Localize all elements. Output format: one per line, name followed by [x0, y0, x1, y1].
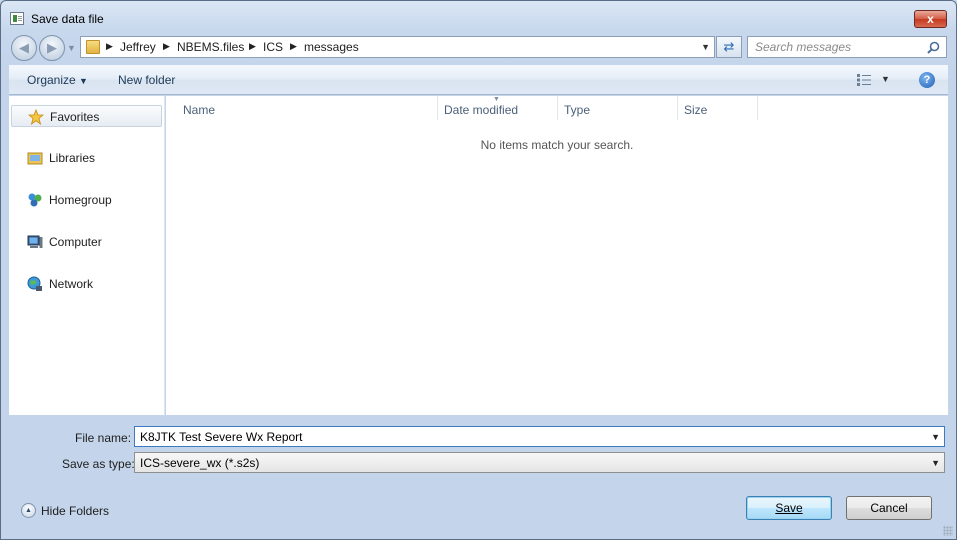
views-icon[interactable]	[857, 74, 871, 86]
nav-item-label: Libraries	[49, 151, 96, 165]
back-arrow-icon: ◀	[19, 40, 29, 55]
close-button[interactable]: x	[914, 10, 947, 28]
nav-item-label: Favorites	[50, 110, 100, 124]
forward-arrow-icon: ▶	[47, 40, 57, 55]
column-header-date-modified[interactable]: Date modified	[444, 103, 518, 117]
chevron-down-icon[interactable]: ▼	[931, 458, 940, 468]
command-bar: Organize ▼ New folder ▼ ?	[9, 65, 948, 95]
column-divider[interactable]	[557, 96, 558, 120]
chevron-down-icon[interactable]: ▼	[931, 432, 940, 442]
file-name-label: File name:	[75, 431, 132, 445]
breadcrumb-separator-icon[interactable]: ▶	[290, 41, 297, 52]
nav-item-libraries[interactable]: Libraries	[9, 147, 162, 169]
column-divider[interactable]	[437, 96, 438, 120]
new-folder-button[interactable]: New folder	[118, 73, 175, 87]
empty-state-message: No items match your search.	[480, 138, 634, 152]
recent-pages-chevron-icon[interactable]: ▼	[67, 43, 76, 53]
column-divider[interactable]	[757, 96, 758, 120]
column-header-type[interactable]: Type	[564, 103, 590, 117]
address-bar[interactable]: ▶ Jeffrey ▶ NBEMS.files ▶ ICS ▶ messages…	[80, 36, 715, 58]
search-input[interactable]: Search messages	[747, 36, 947, 58]
libraries-icon	[27, 152, 43, 165]
app-icon	[10, 12, 24, 25]
address-dropdown-icon[interactable]: ▼	[701, 42, 710, 52]
window-title: Save data file	[31, 12, 104, 26]
nav-item-computer[interactable]: Computer	[9, 231, 162, 253]
column-header-name[interactable]: Name	[183, 103, 215, 117]
navigation-pane: Favorites Libraries Homegroup Computer N…	[9, 96, 165, 415]
network-icon	[27, 276, 42, 291]
breadcrumb-item[interactable]: Jeffrey	[120, 40, 156, 54]
sort-indicator-icon: ▼	[493, 96, 500, 103]
search-icon[interactable]	[927, 41, 940, 54]
save-button[interactable]: Save	[746, 496, 832, 520]
save-as-type-select[interactable]: ICS-severe_wx (*.s2s) ▼	[134, 452, 945, 473]
nav-item-favorites[interactable]: Favorites	[11, 105, 162, 127]
nav-item-label: Computer	[49, 235, 102, 249]
back-button[interactable]: ◀	[11, 35, 37, 61]
title-bar[interactable]: Save data file x	[1, 1, 956, 33]
breadcrumb-item[interactable]: NBEMS.files	[177, 40, 244, 54]
cancel-button[interactable]: Cancel	[846, 496, 932, 520]
star-icon	[28, 109, 44, 125]
column-divider[interactable]	[677, 96, 678, 120]
save-as-type-value: ICS-severe_wx (*.s2s)	[140, 456, 260, 470]
folder-icon	[86, 40, 100, 54]
breadcrumb-separator-icon[interactable]: ▶	[163, 41, 170, 52]
organize-label: Organize	[27, 73, 76, 87]
help-icon[interactable]: ?	[919, 72, 935, 88]
file-list[interactable]: ▼ Name Date modified Type Size No items …	[166, 96, 948, 415]
refresh-button[interactable]: ⇄	[716, 36, 742, 58]
save-button-label: Save	[775, 501, 803, 515]
homegroup-icon	[28, 193, 42, 207]
breadcrumb-separator-icon[interactable]: ▶	[249, 41, 256, 52]
refresh-icon: ⇄	[723, 39, 735, 54]
nav-item-homegroup[interactable]: Homegroup	[9, 189, 162, 211]
file-name-field[interactable]: K8JTK Test Severe Wx Report ▼	[134, 426, 945, 447]
save-dialog-window: Save data file x ◀ ▶ ▼ ▶ Jeffrey ▶ NBEMS…	[0, 0, 957, 540]
breadcrumb-item[interactable]: messages	[304, 40, 359, 54]
hide-folders-button[interactable]: Hide Folders	[41, 504, 109, 518]
close-icon: x	[927, 12, 934, 26]
search-placeholder: Search messages	[755, 40, 852, 54]
views-chevron-down-icon[interactable]: ▼	[881, 74, 890, 84]
forward-button[interactable]: ▶	[39, 35, 65, 61]
nav-item-label: Network	[49, 277, 94, 291]
breadcrumb-item[interactable]: ICS	[263, 40, 283, 54]
chevron-up-icon[interactable]: ▲	[21, 503, 36, 518]
organize-button[interactable]: Organize ▼	[27, 73, 88, 87]
column-header-size[interactable]: Size	[684, 103, 707, 117]
nav-item-label: Homegroup	[49, 193, 112, 207]
breadcrumb-separator-icon[interactable]: ▶	[106, 41, 113, 52]
save-as-type-label: Save as type:	[62, 457, 135, 471]
computer-icon	[27, 235, 43, 248]
file-name-value: K8JTK Test Severe Wx Report	[140, 430, 303, 444]
resize-grip-icon[interactable]	[943, 526, 953, 536]
chevron-down-icon: ▼	[79, 76, 88, 86]
nav-item-network[interactable]: Network	[9, 273, 162, 295]
